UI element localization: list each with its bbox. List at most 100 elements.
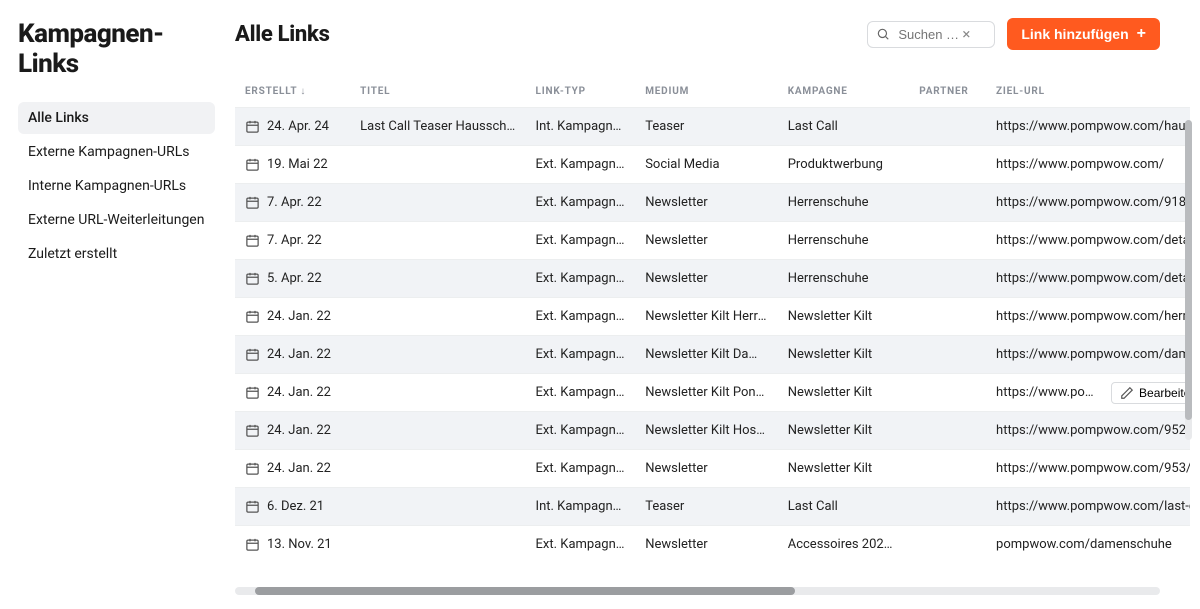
table-row[interactable]: 5. Apr. 22Ext. KampagnenNewsletterHerren… [235,260,1190,298]
table-row[interactable]: 24. Apr. 24Last Call Teaser HausschuheIn… [235,108,1190,146]
page-title: Alle Links [235,22,330,47]
sidebar-item-1[interactable]: Externe Kampagnen-URLs [18,136,215,168]
cell-type: Ext. Kampagnen [526,412,636,450]
clear-search-icon[interactable]: × [960,27,972,42]
cell-type: Ext. Kampagnen [526,184,636,222]
vertical-scrollbar[interactable] [1185,120,1192,440]
col-medium[interactable]: MEDIUM [635,86,778,108]
cell-date: 13. Nov. 21 [267,537,332,552]
cell-partner [909,298,986,336]
table-row[interactable]: 24. Jan. 22Ext. KampagnenNewsletter Kilt… [235,374,1190,412]
cell-date: 7. Apr. 22 [267,195,322,210]
cell-title: Last Call Teaser Hausschuhe [350,108,525,146]
cell-partner [909,146,986,184]
table-row[interactable]: 13. Nov. 21Ext. KampagnenNewsletterAcces… [235,526,1190,564]
vertical-scrollbar-thumb[interactable] [1185,120,1192,420]
cell-partner [909,336,986,374]
cell-partner [909,526,986,564]
cell-campaign: Herrenschuhe [778,260,910,298]
col-created[interactable]: ERSTELLT ↓ [235,86,350,108]
cell-type: Ext. Kampagnen [526,146,636,184]
cell-type: Ext. Kampagnen [526,298,636,336]
table-row[interactable]: 24. Jan. 22Ext. KampagnenNewsletter Kilt… [235,336,1190,374]
cell-url: https://www.pompwow.com/detail/index/sAr… [996,233,1190,248]
cell-url: https://www.pompwow.com/952/kilt-hosbo [996,423,1190,438]
calendar-icon [245,195,260,210]
add-link-label: Link hinzufügen [1021,26,1128,42]
cell-url: https://www.pompwow.com/918/harry-pop [996,195,1190,210]
cell-date: 24. Jan. 22 [267,347,331,362]
sidebar-item-3[interactable]: Externe URL-Weiterleitungen [18,204,215,236]
edit-button[interactable]: Bearbeiten [1111,382,1190,404]
cell-medium: Teaser [635,108,778,146]
cell-partner [909,260,986,298]
cell-date: 24. Jan. 22 [267,385,331,400]
cell-url: pompwow.com/damenschuhe [996,537,1172,552]
cell-url: https://www.pompwow.com/last-call/ [996,499,1190,514]
calendar-icon [245,271,260,286]
cell-medium: Newsletter [635,222,778,260]
table-scroll[interactable]: ERSTELLT ↓ TITEL LINK-TYP MEDIUM KAMPAGN… [235,86,1190,579]
sidebar-item-0[interactable]: Alle Links [18,102,215,134]
col-linktype[interactable]: LINK-TYP [526,86,636,108]
cell-type: Ext. Kampagnen [526,374,636,412]
calendar-icon [245,423,260,438]
col-campaign[interactable]: KAMPAGNE [778,86,910,108]
cell-date: 24. Jan. 22 [267,423,331,438]
col-partner[interactable]: PARTNER [909,86,986,108]
cell-url: https://www.pompwow.com/hausschuhe/ [996,119,1190,134]
cell-title [350,526,525,564]
cell-campaign: Newsletter Kilt [778,450,910,488]
cell-campaign: Last Call [778,488,910,526]
cell-campaign: Herrenschuhe [778,184,910,222]
cell-title [350,336,525,374]
table-row[interactable]: 19. Mai 22Ext. KampagnenSocial MediaProd… [235,146,1190,184]
cell-partner [909,374,986,412]
calendar-icon [245,499,260,514]
cell-type: Ext. Kampagnen [526,260,636,298]
search-box[interactable]: × [867,21,995,48]
add-link-button[interactable]: Link hinzufügen + [1007,18,1160,50]
cell-partner [909,412,986,450]
cell-url: https://www.pompwow.com/ [996,157,1164,172]
cell-partner [909,222,986,260]
cell-date: 24. Jan. 22 [267,309,331,324]
search-input[interactable] [896,26,960,43]
calendar-icon [245,233,260,248]
horizontal-scrollbar[interactable] [235,587,1160,595]
col-url[interactable]: ZIEL-URL [986,86,1190,108]
cell-campaign: Newsletter Kilt [778,298,910,336]
cell-title [350,374,525,412]
cell-partner [909,108,986,146]
cell-title [350,488,525,526]
cell-url: https://www.pompwow.com/detail/index/sAr… [996,271,1190,286]
table-row[interactable]: 24. Jan. 22Ext. KampagnenNewsletterNewsl… [235,450,1190,488]
horizontal-scrollbar-thumb[interactable] [255,587,795,595]
cell-partner [909,184,986,222]
sidebar: Kampagnen-Links Alle LinksExterne Kampag… [0,0,215,609]
sidebar-item-4[interactable]: Zuletzt erstellt [18,238,215,270]
cell-title [350,222,525,260]
cell-date: 5. Apr. 22 [267,271,322,286]
table-row[interactable]: 7. Apr. 22 Ext. KampagnenNewsletterHerren… [235,184,1190,222]
table-row[interactable]: 24. Jan. 22Ext. KampagnenNewsletter Kilt… [235,412,1190,450]
col-title[interactable]: TITEL [350,86,525,108]
cell-date: 24. Jan. 22 [267,461,331,476]
table-row[interactable]: 7. Apr. 22Ext. KampagnenNewsletterHerren… [235,222,1190,260]
table-row[interactable]: 24. Jan. 22 Ext. Kampagnen Newsletter Kilt… [235,298,1190,336]
plus-icon: + [1137,26,1146,42]
cell-partner [909,450,986,488]
calendar-icon [245,385,260,400]
cell-medium: Newsletter Kilt Damen [635,336,778,374]
cell-medium: Newsletter [635,184,778,222]
cell-url: https://www.pompw [996,385,1101,400]
cell-title [350,260,525,298]
cell-type: Ext. Kampagnen [526,526,636,564]
sidebar-item-2[interactable]: Interne Kampagnen-URLs [18,170,215,202]
sidebar-title: Kampagnen-Links [18,20,215,80]
cell-medium: Newsletter [635,526,778,564]
table-row[interactable]: 6. Dez. 21Int. KampagnenTeaserLast Callh… [235,488,1190,526]
cell-date: 19. Mai 22 [267,157,328,172]
cell-type: Int. Kampagnen [526,108,636,146]
cell-campaign: Herrenschuhe [778,222,910,260]
